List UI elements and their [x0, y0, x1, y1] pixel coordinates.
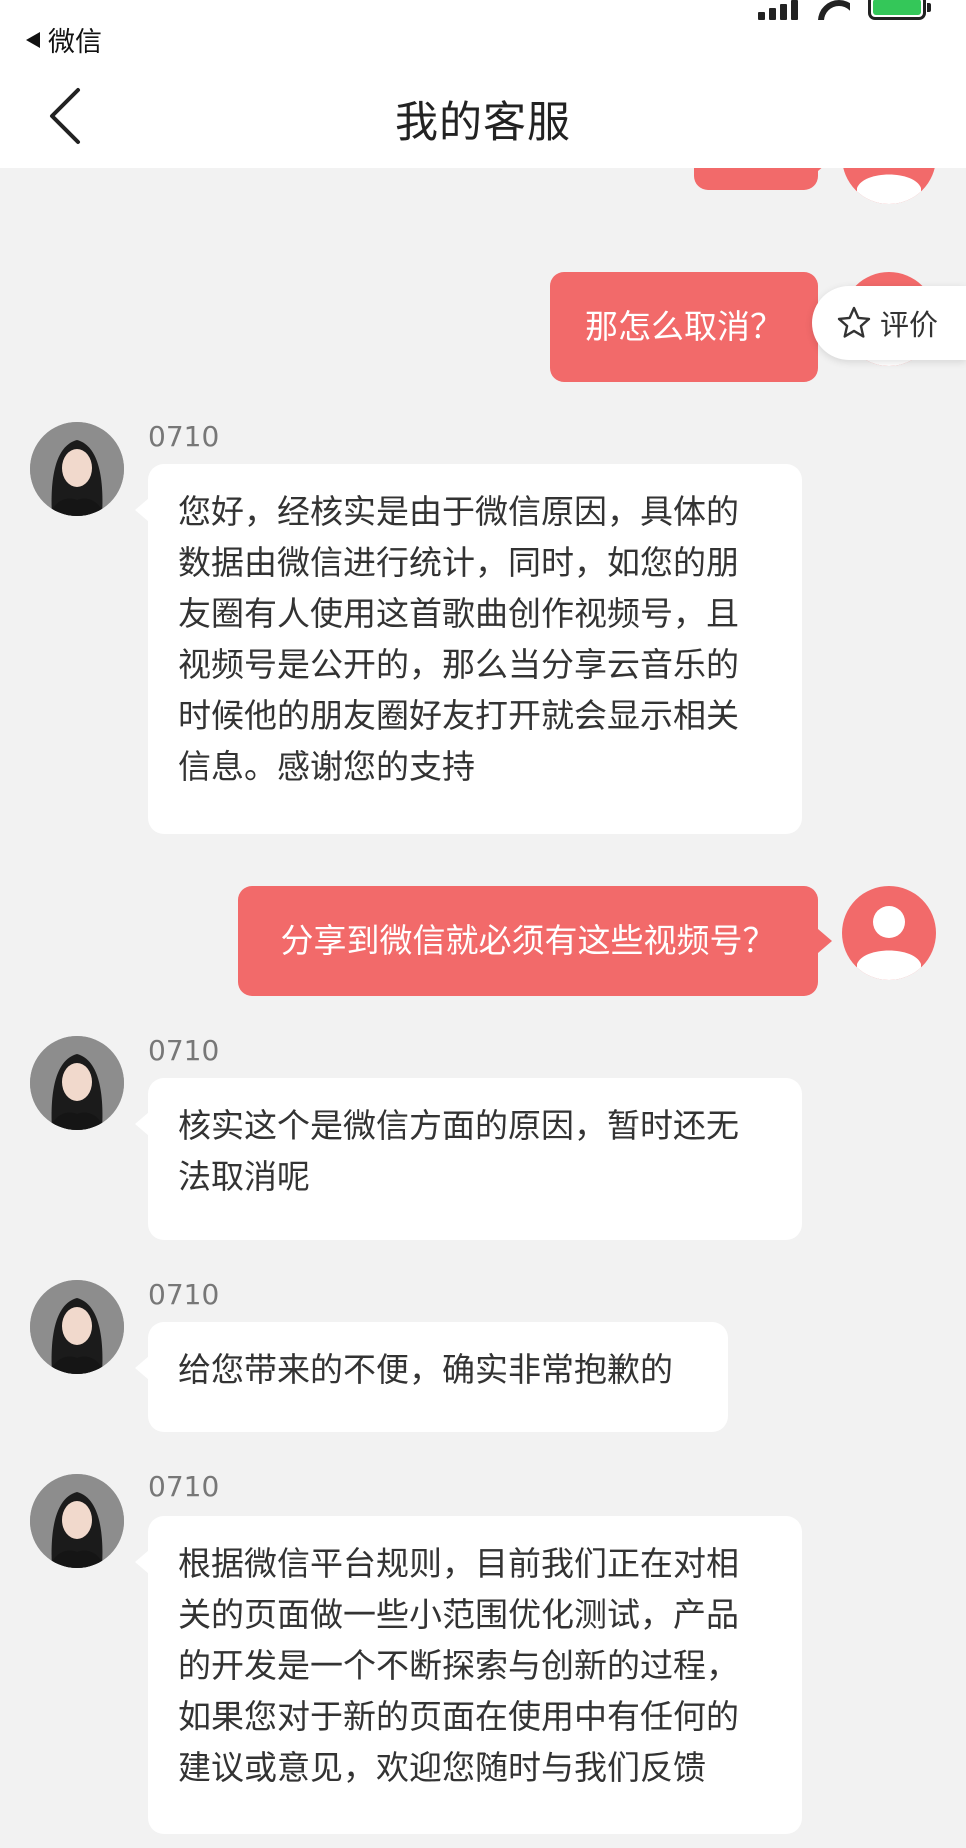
star-icon	[837, 306, 871, 338]
message-text: 那怎么取消？	[585, 307, 783, 346]
back-app-label: 微信	[48, 27, 102, 58]
rate-label: 评价	[880, 308, 939, 342]
message-line: 关的页面做一些小范围优化测试，产品	[178, 1595, 739, 1634]
message-line: 友圈有人使用这首歌曲创作视频号，且	[178, 594, 739, 633]
message-line: 法取消呢	[178, 1157, 310, 1196]
agent-message: 您好，经核实是由于微信原因，具体的 数据由微信进行统计，同时，如您的朋 友圈有人…	[135, 464, 802, 834]
message-line: 建议或意见，欢迎您随时与我们反馈	[178, 1748, 706, 1787]
user-message: 对	[694, 168, 832, 190]
user-message: 那怎么取消？	[550, 272, 832, 382]
message-line: 您好，经核实是由于微信原因，具体的	[178, 492, 739, 531]
user-silhouette-icon	[857, 174, 921, 204]
agent-avatar	[30, 422, 124, 516]
message-text: 对	[740, 168, 773, 172]
back-triangle-icon	[26, 31, 40, 48]
rate-button[interactable]: 评价	[812, 286, 966, 360]
agent-avatar	[30, 1474, 124, 1568]
agent-portrait-icon	[30, 1280, 124, 1374]
message-line: 的开发是一个不断探索与创新的过程，	[178, 1646, 739, 1685]
battery-icon	[868, 0, 931, 20]
agent-name: 0710	[148, 420, 220, 453]
message-text: 分享到微信就必须有这些视频号？	[280, 921, 776, 960]
agent-message: 根据微信平台规则，目前我们正在对相 关的页面做一些小范围优化测试，产品 的开发是…	[135, 1516, 802, 1834]
agent-name: 0710	[148, 1278, 220, 1311]
nav-bar: 我的客服	[0, 60, 966, 168]
agent-message: 给您带来的不便，确实非常抱歉的	[135, 1322, 728, 1432]
agent-name: 0710	[148, 1470, 220, 1503]
agent-message: 核实这个是微信方面的原因，暂时还无 法取消呢	[135, 1078, 802, 1240]
status-bar: 微信	[0, 0, 966, 60]
wifi-icon	[816, 0, 850, 20]
message-line: 时候他的朋友圈好友打开就会显示相关	[178, 696, 739, 735]
message-line: 数据由微信进行统计，同时，如您的朋	[178, 543, 739, 582]
message-line: 如果您对于新的页面在使用中有任何的	[178, 1697, 739, 1736]
back-to-wechat-link[interactable]: 微信	[26, 20, 102, 59]
agent-portrait-icon	[30, 422, 124, 516]
message-line: 根据微信平台规则，目前我们正在对相	[178, 1544, 739, 1583]
user-silhouette-icon	[857, 906, 921, 980]
message-line: 核实这个是微信方面的原因，暂时还无	[178, 1106, 739, 1145]
user-message: 分享到微信就必须有这些视频号？	[238, 886, 832, 996]
chat-area[interactable]: 对 那怎么取消？ 评价 0710 您好，经核实是由于微信原因，具体的	[0, 168, 966, 1848]
agent-portrait-icon	[30, 1474, 124, 1568]
status-indicators	[758, 0, 931, 20]
message-line: 信息。感谢您的支持	[178, 747, 475, 786]
user-avatar	[842, 168, 936, 204]
page-title: 我的客服	[395, 98, 571, 148]
agent-name: 0710	[148, 1034, 220, 1067]
agent-avatar	[30, 1280, 124, 1374]
message-line: 给您带来的不便，确实非常抱歉的	[178, 1350, 673, 1389]
message-line: 视频号是公开的，那么当分享云音乐的	[178, 645, 739, 684]
user-avatar	[842, 886, 936, 980]
signal-icon	[758, 0, 798, 20]
agent-avatar	[30, 1036, 124, 1130]
agent-portrait-icon	[30, 1036, 124, 1130]
